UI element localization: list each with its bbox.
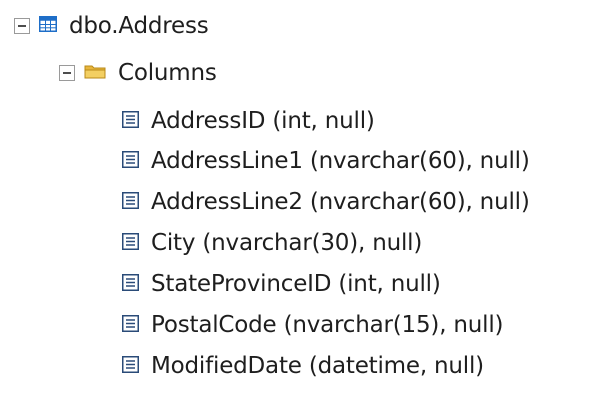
collapse-toggle-columns[interactable] [59, 65, 75, 81]
tree-node-columns-folder[interactable]: Columns [59, 53, 217, 93]
column-label: City (nvarchar(30), null) [151, 230, 423, 256]
column-icon [122, 314, 139, 336]
tree-node-column[interactable]: AddressID (int, null) [122, 101, 375, 141]
tree-node-column[interactable]: ModifiedDate (datetime, null) [122, 346, 484, 386]
tree-node-column[interactable]: AddressLine1 (nvarchar(60), null) [122, 141, 530, 181]
column-icon [122, 232, 139, 254]
table-name-label: dbo.Address [69, 13, 209, 39]
folder-label: Columns [118, 60, 217, 86]
column-label: ModifiedDate (datetime, null) [151, 353, 484, 379]
tree-node-column[interactable]: PostalCode (nvarchar(15), null) [122, 305, 504, 345]
column-icon [122, 110, 139, 132]
collapse-toggle-table[interactable] [14, 18, 30, 34]
column-icon [122, 150, 139, 172]
tree-node-table[interactable]: dbo.Address [14, 6, 209, 46]
tree-node-column[interactable]: StateProvinceID (int, null) [122, 264, 441, 304]
column-label: AddressID (int, null) [151, 108, 375, 134]
table-icon [39, 16, 57, 36]
column-label: AddressLine2 (nvarchar(60), null) [151, 189, 530, 215]
column-icon [122, 355, 139, 377]
column-label: PostalCode (nvarchar(15), null) [151, 312, 504, 338]
tree-node-column[interactable]: AddressLine2 (nvarchar(60), null) [122, 182, 530, 222]
tree-node-column[interactable]: City (nvarchar(30), null) [122, 223, 422, 263]
column-icon [122, 273, 139, 295]
object-explorer-tree: dbo.Address Columns AddressID (int, null… [0, 0, 593, 394]
column-label: AddressLine1 (nvarchar(60), null) [151, 148, 530, 174]
column-icon [122, 191, 139, 213]
folder-icon [84, 63, 106, 83]
column-label: StateProvinceID (int, null) [151, 271, 441, 297]
